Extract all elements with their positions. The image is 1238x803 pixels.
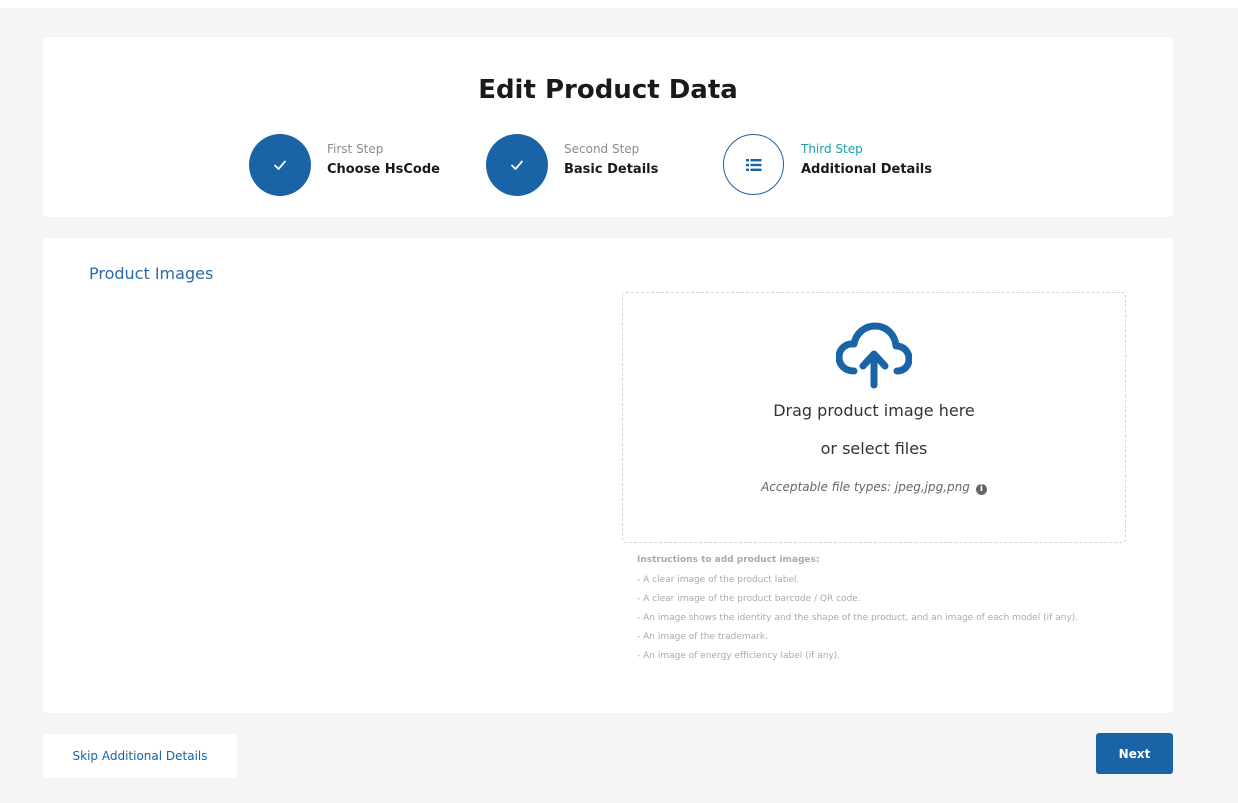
instruction-item: - An image of the trademark. bbox=[637, 632, 768, 642]
image-dropzone[interactable]: Drag product image here or select files … bbox=[622, 292, 1126, 543]
file-types-hint: Acceptable file types: jpeg,jpg,png i bbox=[623, 480, 1125, 495]
header-card: Edit Product Data First Step Choose HsCo… bbox=[43, 37, 1173, 217]
next-button[interactable]: Next bbox=[1096, 733, 1173, 774]
list-icon bbox=[745, 158, 761, 171]
step-second-label: Basic Details bbox=[564, 162, 659, 177]
instruction-item: - A clear image of the product label. bbox=[637, 575, 800, 585]
step-third-label: Additional Details bbox=[801, 162, 932, 177]
dropzone-drag-text: Drag product image here bbox=[773, 401, 975, 420]
file-types-text: Acceptable file types: jpeg,jpg,png bbox=[761, 480, 970, 494]
step-third-sub: Third Step bbox=[801, 142, 863, 156]
step-first-label: Choose HsCode bbox=[327, 162, 440, 177]
check-icon bbox=[511, 160, 523, 170]
info-icon[interactable]: i bbox=[975, 484, 987, 495]
top-bar bbox=[0, 0, 1238, 8]
step-third-text: Third Step Additional Details bbox=[801, 142, 932, 177]
step-first-circle bbox=[249, 134, 311, 196]
step-third-circle bbox=[723, 134, 784, 195]
instructions: Instructions to add product images: - A … bbox=[637, 555, 1078, 670]
step-second-text: Second Step Basic Details bbox=[564, 142, 658, 177]
step-first-text: First Step Choose HsCode bbox=[327, 142, 440, 177]
instruction-item: - An image of energy efficiency label (i… bbox=[637, 651, 841, 661]
page-title: Edit Product Data bbox=[478, 75, 738, 105]
content-card: Product Images Drag product image here o… bbox=[43, 238, 1173, 713]
instructions-title: Instructions to add product images: bbox=[637, 555, 820, 565]
step-second-sub: Second Step bbox=[564, 142, 640, 156]
check-icon bbox=[274, 160, 286, 170]
instruction-item: - An image shows the identity and the sh… bbox=[637, 613, 1079, 623]
instruction-item: - A clear image of the product barcode /… bbox=[637, 594, 861, 604]
step-first-sub: First Step bbox=[327, 142, 384, 156]
cloud-upload-icon bbox=[836, 322, 912, 389]
skip-additional-details-button[interactable]: Skip Additional Details bbox=[43, 734, 237, 778]
select-files-link[interactable]: or select files bbox=[623, 439, 1125, 458]
section-title: Product Images bbox=[89, 264, 214, 283]
step-second-circle bbox=[486, 134, 548, 196]
